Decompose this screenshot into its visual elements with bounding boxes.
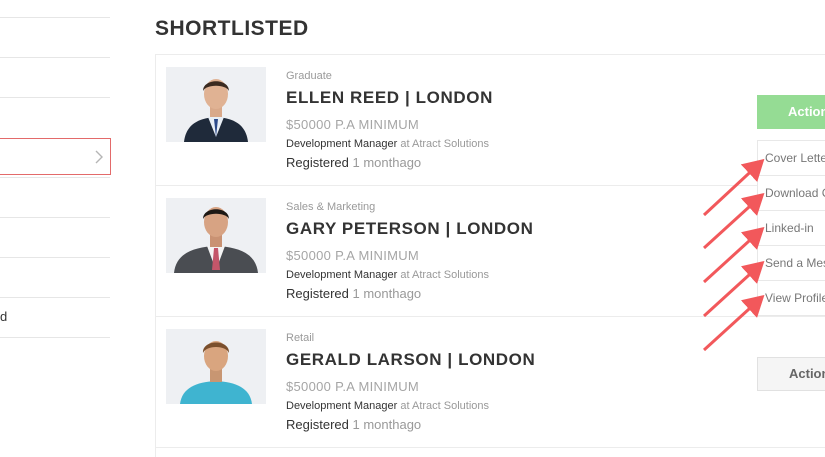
candidate-name[interactable]: GERALD LARSON | LONDON [286,350,535,370]
role-company: at Atract Solutions [400,138,490,150]
registered-ago: 1 monthago [352,155,422,170]
sidebar-item-7[interactable] [0,258,110,298]
candidate-role: Development Manager at Atract Solutions [286,400,489,412]
avatar [166,198,266,273]
sidebar-item-2[interactable] [0,58,110,98]
candidate-photo[interactable] [166,198,266,273]
menu-item-download-cv[interactable]: Download CV [757,176,825,211]
candidate-role: Development Manager at Atract Solutions [286,269,489,281]
registered-label: Registered [286,155,349,170]
candidate-category: Retail [286,332,315,344]
menu-item-view-profile[interactable]: View Profile [757,281,825,316]
candidate-role: Development Manager at Atract Solutions [286,138,489,150]
registered-label: Registered [286,286,349,301]
candidate-registered: Registered 1 monthago [286,286,421,301]
sidebar-divider [0,337,110,338]
chevron-right-icon [95,150,103,164]
registered-ago: 1 monthago [352,286,422,301]
menu-item-linked-in[interactable]: Linked-in [757,211,825,246]
registered-label: Registered [286,417,349,432]
candidate-card: Graduate ELLEN REED | LONDON $50000 P.A … [156,55,825,185]
sidebar-item-6[interactable] [0,218,110,258]
candidate-photo[interactable] [166,67,266,142]
candidate-category: Sales & Marketing [286,201,376,213]
role-title: Development Manager [286,138,398,150]
sidebar: d [0,0,112,456]
candidate-salary: $50000 P.A MINIMUM [286,117,420,132]
sidebar-item-8[interactable]: d [0,298,110,338]
page-title: SHORTLISTED [155,17,309,40]
candidate-card: Retail GERALD LARSON | LONDON $50000 P.A… [156,317,825,447]
actions-dropdown-menu: Cover Letter Download CV Linked-in Send … [757,140,825,316]
sidebar-item-1[interactable] [0,18,110,58]
candidate-name[interactable]: ELLEN REED | LONDON [286,88,493,108]
sidebar-item-shortlisted-active[interactable] [0,138,111,175]
sidebar-item-5[interactable] [0,178,110,218]
candidate-salary: $50000 P.A MINIMUM [286,379,420,394]
actions-button[interactable]: Actions [757,357,825,391]
sidebar-item-label: d [0,309,8,324]
role-title: Development Manager [286,400,398,412]
menu-item-cover-letter[interactable]: Cover Letter [757,140,825,176]
menu-item-send-message[interactable]: Send a Message [757,246,825,281]
candidate-registered: Registered 1 monthago [286,155,421,170]
avatar [166,67,266,142]
candidate-photo[interactable] [166,329,266,404]
sidebar-item-3[interactable] [0,98,110,138]
role-title: Development Manager [286,269,398,281]
candidate-registered: Registered 1 monthago [286,417,421,432]
candidate-card: Sales & Marketing GARY PETERSON | LONDON… [156,186,825,316]
candidate-name[interactable]: GARY PETERSON | LONDON [286,219,533,239]
role-company: at Atract Solutions [400,269,490,281]
avatar [166,329,266,404]
role-company: at Atract Solutions [400,400,490,412]
card-divider [156,447,825,448]
candidate-salary: $50000 P.A MINIMUM [286,248,420,263]
actions-button-active[interactable]: Actions [757,95,825,129]
registered-ago: 1 monthago [352,417,422,432]
candidate-category: Graduate [286,70,332,82]
